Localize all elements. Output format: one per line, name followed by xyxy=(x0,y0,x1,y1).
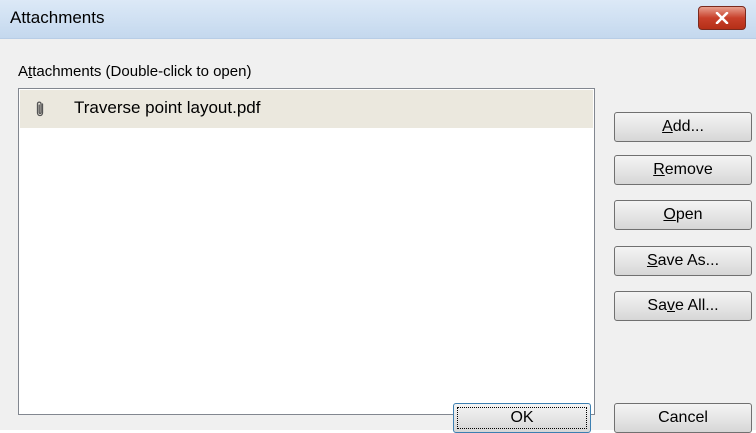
paperclip-icon xyxy=(34,100,46,123)
window-title: Attachments xyxy=(10,8,105,27)
close-button[interactable] xyxy=(698,6,746,30)
attachments-list-label: Attachments (Double-click to open) xyxy=(18,63,252,80)
add-button[interactable]: Add... xyxy=(614,112,752,142)
ok-button[interactable]: OK xyxy=(453,403,591,433)
list-item[interactable]: Traverse point layout.pdf xyxy=(20,90,593,128)
title-bar[interactable]: Attachments xyxy=(0,0,756,39)
focus-rectangle xyxy=(457,407,587,429)
remove-button[interactable]: Remove xyxy=(614,155,752,185)
attachment-name: Traverse point layout.pdf xyxy=(74,98,261,117)
open-button[interactable]: Open xyxy=(614,200,752,230)
attachments-dialog: Attachments Attachments (Double-click to… xyxy=(0,0,756,433)
save-all-button[interactable]: Sa v e All... xyxy=(614,291,752,321)
cancel-button[interactable]: Cancel xyxy=(614,403,752,433)
close-icon xyxy=(715,12,729,24)
attachments-list[interactable]: Traverse point layout.pdf xyxy=(18,88,595,415)
save-as-button[interactable]: Save As... xyxy=(614,246,752,276)
